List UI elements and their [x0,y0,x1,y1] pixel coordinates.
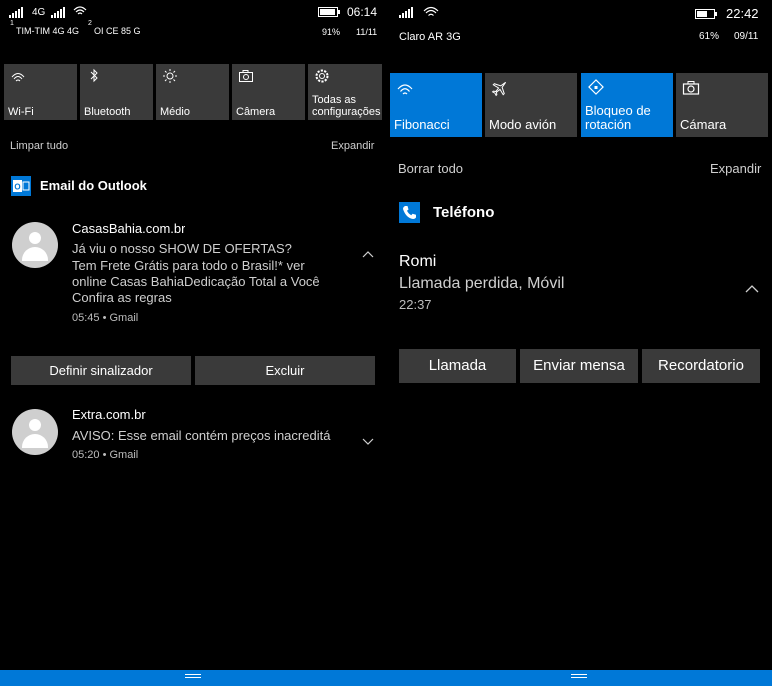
wifi-icon [10,68,26,84]
battery-icon [318,6,340,18]
navigation-bar[interactable] [0,670,386,686]
quick-action-bluetooth[interactable]: Bluetooth [80,64,153,120]
hamburger-icon[interactable] [571,674,587,680]
battery-percent: 61% [699,31,720,42]
carrier2-name: OI CE 85 G [94,26,141,36]
reminder-button[interactable]: Recordatorio [642,349,760,383]
clear-all-button[interactable]: Limpar tudo [10,140,68,152]
quick-action-label: Cámara [680,117,727,132]
notification-sender: Extra.com.br [72,407,146,422]
notification-meta: 05:20 • Gmail [72,449,139,461]
quick-action-label: Bluetooth [84,106,131,118]
signal-icon-sim2 [51,6,66,18]
clock: 22:42 [726,6,759,21]
svg-text:O: O [14,183,20,192]
settings-icon [314,68,330,84]
signal-icon-sim1 [9,6,24,18]
quick-action-label: Todas as configurações [312,94,381,118]
call-back-button[interactable]: Llamada [399,349,516,383]
outlook-icon: O [11,176,31,201]
bluetooth-icon [86,68,102,84]
notification-body-line: Já viu o nosso SHOW DE OFERTAS? [72,241,292,256]
status-bar: 4G 06:14 1 TIM-TIM 4G 4G 2 OI CE 85 G 91… [0,0,386,48]
avatar [12,222,58,268]
quick-action-label: Médio [160,106,190,118]
notification-meta: 05:45 • Gmail [72,312,139,324]
clear-all-button[interactable]: Borrar todo [398,161,463,176]
phone-icon [399,202,420,228]
network-type-sim1: 4G [32,7,46,18]
notification-sender: CasasBahia.com.br [72,221,186,236]
expand-button[interactable]: Expandir [710,161,761,176]
camera-icon [682,79,700,97]
quick-action-label: Wi-Fi [8,106,34,118]
notification-body-line: AVISO: Esse email contém preços inacredi… [72,428,331,443]
call-time: 22:37 [399,297,432,312]
signal-icon [399,6,414,18]
hamburger-icon[interactable] [185,674,201,680]
delete-button[interactable]: Excluir [195,356,375,385]
flag-button[interactable]: Definir sinalizador [11,356,191,385]
navigation-bar[interactable] [386,670,772,686]
left-action-center: 4G 06:14 1 TIM-TIM 4G 4G 2 OI CE 85 G 91… [0,0,386,686]
date: 09/11 [734,31,759,42]
camera-icon [238,68,254,84]
quick-action-label: Modo avión [489,117,557,132]
status-bar: 22:42 Claro AR 3G 61% 09/11 [386,0,772,48]
chevron-up-icon[interactable] [745,280,759,293]
carrier-name: TIM-TIM 4G 4G [16,26,79,36]
sim1-label: 1 [10,20,14,27]
wifi-status-icon [423,4,439,21]
quick-action-airplane-mode[interactable]: Modo avión [485,73,577,137]
quick-action-all-settings[interactable]: Todas as configurações [308,64,382,120]
notification-body-line: Tem Frete Grátis para todo o Brasil!* ve… [72,258,305,273]
rotation-lock-icon [587,79,605,97]
clock: 06:14 [347,5,378,19]
caller-name: Romi [399,253,437,270]
app-header-title: Teléfono [433,204,495,221]
battery-icon [695,8,717,20]
quick-action-brightness[interactable]: Médio [156,64,229,120]
date: 11/11 [356,27,378,37]
quick-action-rotation-lock[interactable]: Bloqueo de rotación [581,73,673,137]
notification-body-line: online Casas BahiaDedicação Total a Você [72,274,320,289]
chevron-down-icon[interactable] [362,433,374,445]
avatar [12,409,58,455]
carrier-name: Claro AR 3G [399,31,461,43]
brightness-icon [162,68,178,84]
quick-action-camera[interactable]: Cámara [676,73,768,137]
right-action-center: 22:42 Claro AR 3G 61% 09/11 Fibonacci Mo… [386,0,772,686]
quick-action-wifi[interactable]: Fibonacci [390,73,482,137]
quick-action-wifi[interactable]: Wi-Fi [4,64,77,120]
sim2-label: 2 [88,20,92,27]
chevron-up-icon[interactable] [362,245,374,258]
expand-button[interactable]: Expandir [331,140,374,152]
wifi-icon [396,79,414,97]
battery-percent: 91% [322,27,341,37]
app-header-title: Email do Outlook [40,178,147,193]
send-message-button[interactable]: Enviar mensa [520,349,638,383]
airplane-icon [491,79,509,97]
quick-action-label: Fibonacci [394,117,450,132]
quick-action-label: Bloqueo de rotación [585,103,651,132]
quick-action-label: Câmera [236,106,276,118]
notification-body-line: Confira as regras [72,290,172,305]
wifi-status-icon [73,4,87,19]
quick-action-camera[interactable]: Câmera [232,64,305,120]
call-detail: Llamada perdida, Móvil [399,275,565,292]
